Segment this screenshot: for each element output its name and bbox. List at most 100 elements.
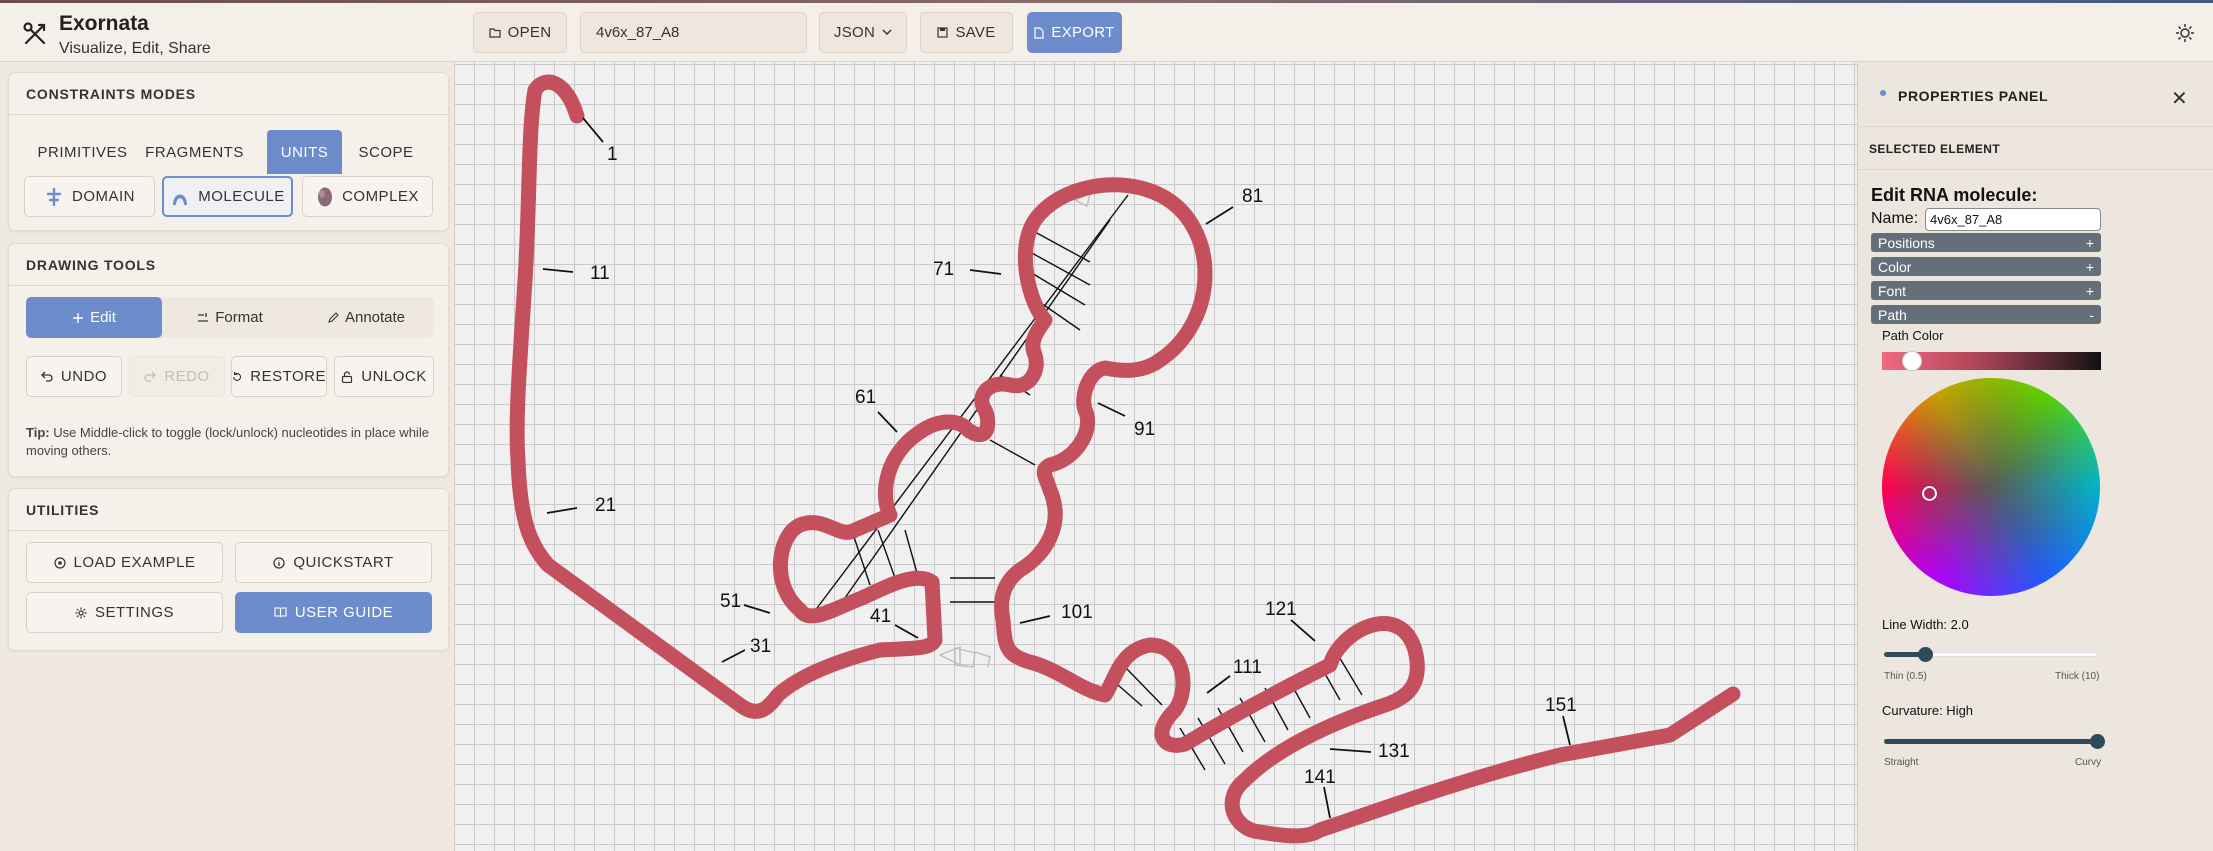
- restore-icon: [233, 371, 242, 381]
- book-icon: [274, 607, 287, 618]
- position-label: 81: [1242, 186, 1263, 207]
- divider: [1858, 169, 2213, 170]
- divider: [1858, 126, 2213, 127]
- section-font-label: Font: [1878, 282, 1907, 299]
- constraints-tabs: PRIMITIVES FRAGMENTS UNITS SCOPE: [24, 130, 435, 174]
- segment-annotate[interactable]: Annotate: [298, 297, 434, 338]
- unlock-icon: [342, 370, 353, 383]
- section-path[interactable]: Path -: [1871, 305, 2101, 324]
- position-label: 41: [870, 606, 891, 627]
- restore-label: RESTORE: [250, 368, 326, 385]
- line-width-min-label: Thin (0.5): [1884, 671, 1927, 682]
- app-title: Exornata: [59, 12, 149, 35]
- mode-domain-button[interactable]: DOMAIN: [24, 176, 155, 217]
- section-positions-toggle: +: [2085, 234, 2094, 251]
- sun-icon[interactable]: [2174, 22, 2196, 44]
- close-icon[interactable]: ✕: [2171, 86, 2188, 111]
- chevron-down-icon: [882, 29, 892, 36]
- path-color-label: Path Color: [1882, 328, 1944, 343]
- drawing-tools-panel: DRAWING TOOLS Edit Format Annotate UNDO …: [8, 243, 449, 477]
- line-width-handle[interactable]: [1918, 647, 1933, 662]
- folder-icon: [489, 28, 501, 38]
- position-label: 31: [750, 636, 771, 657]
- format-label: JSON: [833, 24, 876, 41]
- mode-complex-button[interactable]: COMPLEX: [302, 176, 433, 217]
- info-circle-icon: [273, 556, 285, 569]
- filename-field[interactable]: 4v6x_87_A8: [580, 12, 807, 53]
- app-header: Exornata Visualize, Edit, Share OPEN 4v6…: [0, 3, 2213, 62]
- selected-element-label: SELECTED ELEMENT: [1869, 142, 2001, 156]
- rna-structure-drawing[interactable]: 1 11 21 31 41 51 61 71 81 91 101 111 121…: [455, 62, 1857, 851]
- section-positions[interactable]: Positions +: [1871, 233, 2101, 252]
- section-color[interactable]: Color +: [1871, 257, 2101, 276]
- properties-title: PROPERTIES PANEL: [1898, 88, 2049, 104]
- position-label: 131: [1378, 741, 1410, 762]
- molecule-arc-icon: [173, 194, 188, 205]
- restore-button[interactable]: RESTORE: [231, 356, 327, 397]
- section-color-toggle: +: [2085, 258, 2094, 275]
- utilities-panel: UTILITIES LOAD EXAMPLE QUICKSTART SETTIN…: [8, 488, 449, 651]
- position-label: 51: [720, 591, 741, 612]
- app-subtitle: Visualize, Edit, Share: [59, 40, 211, 57]
- load-example-button[interactable]: LOAD EXAMPLE: [26, 542, 223, 583]
- format-dropdown[interactable]: JSON: [819, 12, 907, 53]
- segment-edit-label: Edit: [90, 309, 116, 326]
- properties-panel: PROPERTIES PANEL ✕ SELECTED ELEMENT Edit…: [1857, 62, 2213, 851]
- tab-fragments[interactable]: FRAGMENTS: [141, 130, 248, 174]
- tab-scope[interactable]: SCOPE: [342, 130, 430, 174]
- tip-body: Use Middle-click to toggle (lock/unlock)…: [26, 425, 429, 458]
- settings-button[interactable]: SETTINGS: [26, 592, 223, 633]
- hue-slider-handle[interactable]: [1902, 351, 1922, 371]
- export-button[interactable]: EXPORT: [1027, 12, 1122, 53]
- position-label: 121: [1265, 599, 1297, 620]
- complex-blob-icon: [318, 187, 333, 206]
- section-path-toggle: -: [2089, 306, 2094, 323]
- curvature-fill: [1884, 739, 2098, 744]
- segment-annotate-label: Annotate: [344, 309, 406, 326]
- user-guide-label: USER GUIDE: [294, 604, 394, 621]
- base-pair: [1034, 231, 1091, 263]
- segment-format[interactable]: Format: [162, 297, 298, 338]
- mode-molecule-button[interactable]: MOLECULE: [162, 176, 293, 217]
- curvature-handle[interactable]: [2090, 734, 2105, 749]
- section-font[interactable]: Font +: [1871, 281, 2101, 300]
- name-label: Name:: [1871, 210, 1919, 227]
- position-label: 71: [933, 259, 954, 280]
- constraints-title: CONSTRAINTS MODES: [26, 86, 196, 102]
- mode-domain-label: DOMAIN: [72, 188, 135, 205]
- section-path-label: Path: [1878, 306, 1907, 323]
- redo-button[interactable]: REDO: [129, 356, 225, 397]
- mode-complex-label: COMPLEX: [342, 188, 419, 205]
- drawing-canvas[interactable]: 1 11 21 31 41 51 61 71 81 91 101 111 121…: [455, 62, 1857, 851]
- name-input[interactable]: [1925, 208, 2101, 231]
- position-label: 141: [1304, 767, 1336, 788]
- drawing-tools-title: DRAWING TOOLS: [26, 257, 156, 273]
- quickstart-button[interactable]: QUICKSTART: [235, 542, 432, 583]
- mode-molecule-label: MOLECULE: [198, 188, 285, 205]
- segment-edit[interactable]: Edit: [26, 297, 162, 338]
- save-button[interactable]: SAVE: [920, 12, 1013, 53]
- target-circle-icon: [53, 556, 66, 569]
- section-color-label: Color: [1878, 258, 1912, 275]
- tab-primitives[interactable]: PRIMITIVES: [24, 130, 141, 174]
- undo-button[interactable]: UNDO: [26, 356, 122, 397]
- curvature-max-label: Curvy: [2075, 757, 2102, 768]
- user-guide-button[interactable]: USER GUIDE: [235, 592, 432, 633]
- tab-units[interactable]: UNITS: [267, 130, 342, 174]
- scissors-pen-icon: [23, 22, 46, 45]
- open-button[interactable]: OPEN: [473, 12, 567, 53]
- redo-icon: [144, 371, 157, 382]
- section-font-toggle: +: [2085, 282, 2094, 299]
- edit-heading: Edit RNA molecule:: [1871, 185, 2038, 205]
- line-width-label: Line Width: 2.0: [1882, 617, 1969, 632]
- save-button-label: SAVE: [955, 24, 996, 41]
- color-wheel-handle[interactable]: [1922, 486, 1937, 501]
- undo-icon: [40, 371, 53, 382]
- color-wheel[interactable]: [1882, 378, 2100, 596]
- unlock-button[interactable]: UNLOCK: [334, 356, 434, 397]
- rna-backbone[interactable]: [509, 74, 1741, 844]
- position-label: 21: [595, 495, 616, 516]
- move-arrows-icon: [73, 312, 84, 323]
- position-label: 11: [590, 263, 610, 284]
- divider: [9, 114, 448, 115]
